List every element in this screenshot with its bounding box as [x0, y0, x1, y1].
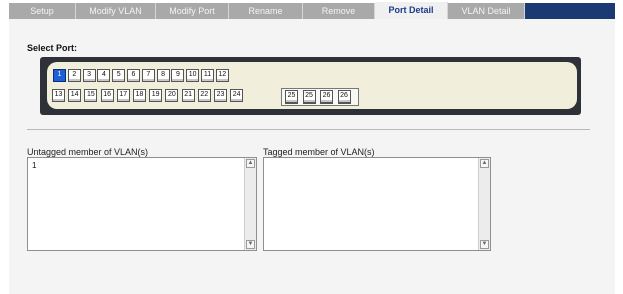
port-button[interactable]: 25 [302, 90, 316, 104]
port-button[interactable]: 9 [171, 69, 185, 82]
tagged-vlan-list[interactable]: ▲ ▼ [263, 157, 491, 251]
port-button[interactable]: 6 [127, 69, 140, 82]
scroll-down-icon[interactable]: ▼ [246, 240, 255, 249]
port-button[interactable]: 26 [320, 90, 333, 104]
scroll-down-icon[interactable]: ▼ [480, 240, 489, 249]
port-button[interactable]: 22 [197, 89, 211, 102]
untagged-vlan-label: Untagged member of VLAN(s) [27, 147, 149, 157]
port-button[interactable]: 25 [285, 90, 298, 104]
port-button[interactable]: 8 [156, 69, 170, 82]
port-button[interactable]: 23 [214, 89, 227, 102]
port-button[interactable]: 14 [68, 89, 82, 102]
port-button[interactable]: 19 [149, 89, 163, 102]
port-button[interactable]: 3 [82, 69, 96, 82]
port-button[interactable]: 20 [165, 89, 179, 102]
port-button[interactable]: 2 [67, 69, 81, 82]
scroll-up-icon[interactable]: ▲ [246, 159, 255, 168]
port-button[interactable]: 5 [112, 69, 126, 82]
port-button[interactable]: 7 [141, 69, 155, 82]
port-button[interactable]: 16 [100, 89, 114, 102]
port-button[interactable]: 1 [53, 69, 66, 82]
port-button[interactable]: 17 [116, 89, 130, 102]
port-button[interactable]: 24 [230, 89, 244, 102]
tagged-vlan-label: Tagged member of VLAN(s) [263, 147, 375, 157]
tab-modify-port[interactable]: Modify Port [156, 3, 229, 19]
port-button[interactable]: 12 [215, 69, 229, 82]
port-button[interactable]: 15 [84, 89, 98, 102]
tab-setup[interactable]: Setup [9, 3, 76, 19]
port-button[interactable]: 13 [52, 89, 65, 102]
tab-remove[interactable]: Remove [303, 3, 375, 19]
untagged-vlan-list[interactable]: 1 ▲ ▼ [27, 157, 257, 251]
tab-modify-vlan[interactable]: Modify VLAN [76, 3, 156, 19]
port-button[interactable]: 11 [201, 69, 214, 82]
tab-bar: Setup Modify VLAN Modify Port Rename Rem… [0, 0, 623, 19]
tab-vlan-detail[interactable]: VLAN Detail [448, 3, 525, 19]
port-button[interactable]: 4 [97, 69, 111, 82]
select-port-label: Select Port: [27, 43, 78, 53]
tab-port-detail[interactable]: Port Detail [375, 2, 448, 19]
tagged-vlan-scrollbar[interactable]: ▲ ▼ [478, 158, 490, 250]
untagged-vlan-scrollbar[interactable]: ▲ ▼ [244, 158, 256, 250]
port-button[interactable]: 18 [133, 89, 146, 102]
tab-rename[interactable]: Rename [229, 3, 303, 19]
port-button[interactable]: 10 [186, 69, 200, 82]
port-button[interactable]: 21 [181, 89, 195, 102]
port-button[interactable]: 26 [337, 90, 351, 104]
untagged-vlan-value: 1 [32, 161, 37, 170]
section-divider [27, 129, 590, 130]
scroll-up-icon[interactable]: ▲ [480, 159, 489, 168]
